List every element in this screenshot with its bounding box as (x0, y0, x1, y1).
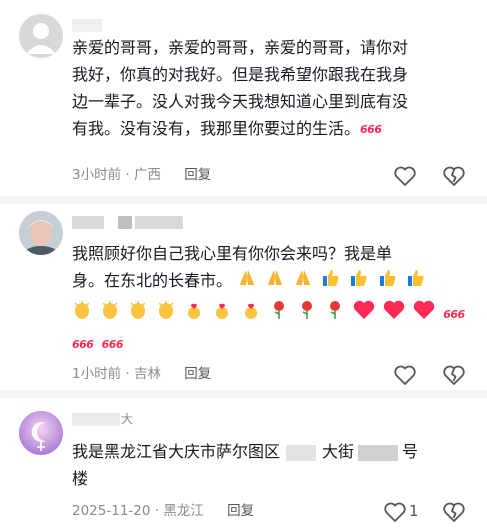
like-button[interactable] (383, 501, 409, 523)
location: 吉林 (133, 366, 161, 382)
comment-meta: 2025-11-20 · 黑龙江 回复 (72, 503, 255, 519)
avatar[interactable] (19, 211, 63, 255)
reply-button[interactable]: 回复 (227, 503, 254, 519)
dislike-button[interactable] (442, 165, 468, 187)
red-heart-icon (413, 300, 435, 328)
like-button[interactable] (393, 364, 419, 386)
pray-hands-icon (237, 268, 257, 296)
broken-heart-icon (443, 502, 465, 522)
comment-text: 我是黑龙江省大庆市萨尔图区 大街号 楼 (72, 442, 419, 488)
avatar[interactable] (19, 411, 63, 455)
reply-button[interactable]: 回复 (184, 366, 211, 382)
timestamp: 2025-11-20 (72, 503, 151, 519)
avatar-default-icon (19, 14, 63, 58)
heart-hands-icon (212, 300, 232, 328)
comment-meta: 1小时前 · 吉林 回复 (72, 366, 212, 382)
clap-icon (128, 300, 148, 328)
pray-hands-icon (265, 268, 285, 296)
location: 黑龙江 (163, 503, 204, 519)
rose-icon (297, 300, 317, 328)
username-redacted[interactable] (72, 413, 120, 426)
rose-icon (325, 300, 345, 328)
dislike-button[interactable] (442, 501, 468, 523)
rose-icon (269, 300, 289, 328)
like-button[interactable] (393, 165, 419, 187)
dislike-button[interactable] (442, 364, 468, 386)
username-redacted[interactable] (118, 216, 132, 229)
reply-button[interactable]: 回复 (184, 167, 211, 183)
heart-hands-icon (184, 300, 204, 328)
address-redacted (358, 444, 399, 461)
comment-text: 我照顾好你自己我心里有你你会来吗？我是单 身。在东北的长春市。 666 666 … (72, 240, 472, 358)
comment-meta: 3小时前 · 广西 回复 (72, 167, 212, 183)
heart-hands-icon (241, 300, 261, 328)
red-heart-icon (383, 300, 405, 328)
username-suffix[interactable]: 大 (121, 412, 133, 426)
moon-avatar-icon (19, 411, 63, 455)
thumbs-up-icon (321, 268, 341, 296)
divider (0, 390, 487, 398)
pray-hands-icon (293, 268, 313, 296)
address-redacted (286, 444, 317, 461)
fire-666-icon: 666 (72, 338, 94, 351)
clap-icon (100, 300, 120, 328)
username-redacted[interactable] (72, 19, 102, 32)
heart-outline-icon (384, 502, 406, 522)
thumbs-up-icon (378, 268, 398, 296)
timestamp: 1小时前 (72, 366, 122, 382)
clap-icon (72, 300, 92, 328)
broken-heart-icon (443, 166, 465, 186)
avatar[interactable] (19, 14, 63, 58)
divider (0, 196, 487, 204)
location: 广西 (133, 167, 161, 183)
fire-666-icon: 666 (101, 338, 124, 351)
thumbs-up-icon (406, 268, 426, 296)
username-redacted[interactable] (135, 216, 183, 229)
timestamp: 3小时前 (72, 167, 122, 183)
comment-text: 亲爱的哥哥，亲爱的哥哥，亲爱的哥哥，请你对 我好，你真的对我好。但是我希望你跟我… (72, 34, 472, 143)
heart-outline-icon (394, 365, 416, 385)
red-heart-icon (353, 300, 375, 328)
user-photo (19, 211, 63, 255)
heart-outline-icon (394, 166, 416, 186)
clap-icon (156, 300, 176, 328)
username-redacted[interactable] (72, 216, 104, 229)
fire-666-icon: 666 (360, 123, 382, 136)
broken-heart-icon (443, 365, 465, 385)
thumbs-up-icon (349, 268, 369, 296)
like-count: 1 (409, 502, 419, 520)
fire-666-icon: 666 (443, 307, 465, 321)
